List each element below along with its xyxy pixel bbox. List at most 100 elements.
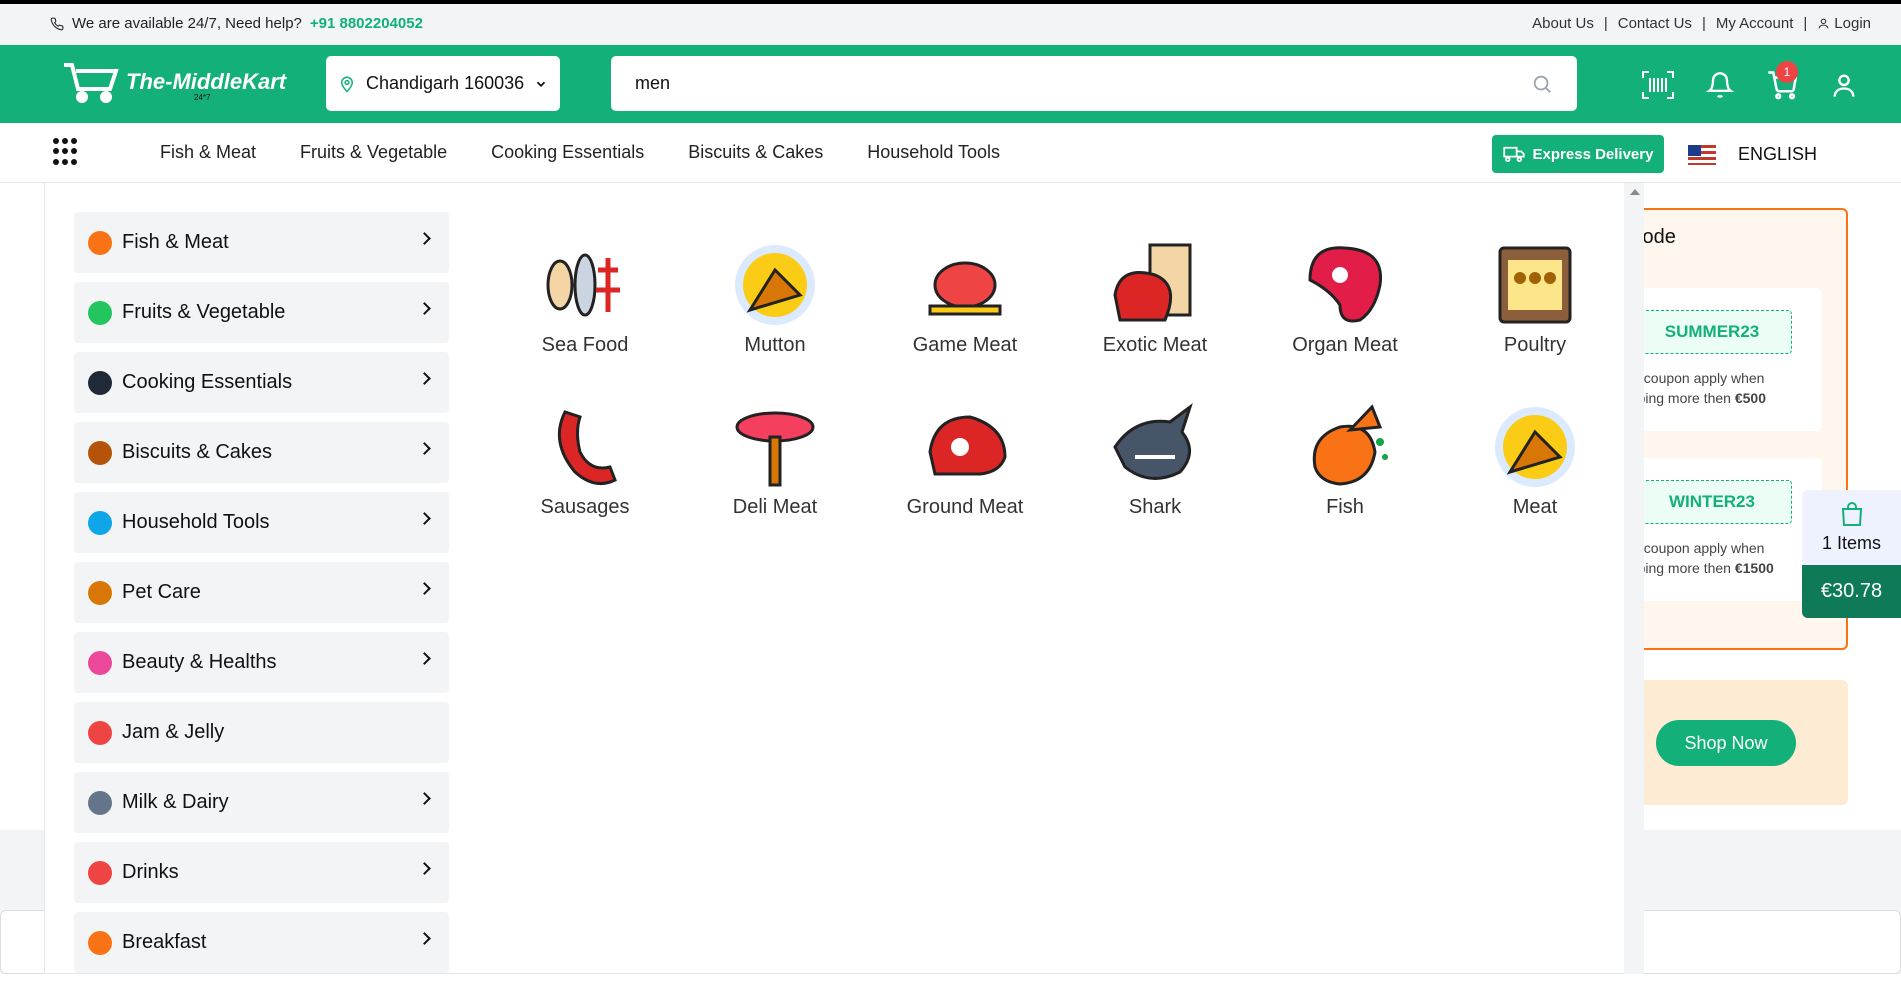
sidebar-category-item[interactable]: Breakfast — [74, 912, 449, 973]
nav-link-household-tools[interactable]: Household Tools — [867, 142, 1000, 163]
category-icon — [88, 860, 112, 885]
coupon-code[interactable]: WINTER23 — [1632, 480, 1792, 524]
contact-us-link[interactable]: Contact Us — [1618, 15, 1692, 32]
site-logo[interactable]: The-MiddleKart 24*7 — [62, 61, 286, 103]
location-selector[interactable]: Chandigarh 160036 — [326, 56, 560, 111]
sidebar-category-item[interactable]: Drinks — [74, 842, 449, 903]
cart-logo-icon — [64, 63, 119, 103]
seafood-icon — [546, 253, 620, 317]
sidebar-category-item[interactable]: Beauty & Healths — [74, 632, 449, 693]
subcategory-label: Sausages — [540, 496, 630, 518]
coupon-description: his coupon apply when opping more then €1… — [1622, 540, 1774, 576]
login-link[interactable]: Login — [1817, 15, 1871, 32]
chevron-right-icon — [418, 792, 431, 805]
map-pin-icon — [340, 76, 354, 93]
category-icon — [88, 580, 112, 605]
category-icon — [88, 720, 112, 745]
subcategory-item[interactable]: Sausages — [490, 402, 680, 519]
category-label: Breakfast — [122, 931, 207, 953]
subcategory-item[interactable]: Organ Meat — [1250, 240, 1440, 357]
subcategory-item[interactable]: Fish — [1250, 402, 1440, 519]
location-value: Chandigarh 160036 — [366, 73, 525, 93]
shop-now-button[interactable]: Shop Now — [1656, 720, 1796, 766]
subcategory-label: Ground Meat — [906, 496, 1024, 518]
subcategory-item[interactable]: Mutton — [680, 240, 870, 357]
nav-link-biscuits-cakes[interactable]: Biscuits & Cakes — [688, 142, 823, 163]
sidebar-category-item[interactable]: Household Tools — [74, 492, 449, 553]
subcategory-item[interactable]: Shark — [1060, 402, 1250, 519]
subcategory-label: Deli Meat — [732, 496, 818, 518]
express-delivery-button[interactable]: Express Delivery — [1492, 135, 1664, 173]
coupon-code[interactable]: SUMMER23 — [1632, 310, 1792, 354]
subcategory-item[interactable]: Poultry — [1440, 240, 1630, 357]
subcategory-label: Game Meat — [912, 334, 1018, 356]
about-us-link[interactable]: About Us — [1532, 15, 1594, 32]
scroll-up-arrow-icon[interactable] — [1630, 189, 1640, 195]
sidebar-category-item[interactable]: Biscuits & Cakes — [74, 422, 449, 483]
sidebar-category-item[interactable]: Milk & Dairy — [74, 772, 449, 833]
subcategory-item[interactable]: Meat — [1440, 402, 1630, 519]
cart-button[interactable]: 1 — [1764, 61, 1800, 103]
bell-icon — [1706, 72, 1734, 98]
chevron-down-icon — [537, 81, 546, 87]
mutton-icon — [735, 245, 815, 325]
sidebar-category-item[interactable]: Fish & Meat — [74, 212, 449, 273]
category-icon — [88, 650, 112, 675]
subcategory-label: Exotic Meat — [1102, 334, 1208, 356]
sidebar-category-item[interactable]: Fruits & Vegetable — [74, 282, 449, 343]
barcode-scanner-button[interactable] — [1640, 67, 1676, 103]
subcategory-item[interactable]: Exotic Meat — [1060, 240, 1250, 357]
main-header: The-MiddleKart 24*7 Chandigarh 160036 me… — [0, 45, 1901, 123]
help-phone[interactable]: +91 8802204052 — [310, 15, 423, 32]
floating-cart-widget[interactable]: 1 Items €30.78 — [1802, 490, 1901, 618]
language-selector[interactable]: ENGLISH — [1688, 144, 1817, 165]
cart-widget-items: 1 Items — [1821, 533, 1882, 553]
category-label: Jam & Jelly — [122, 721, 225, 743]
account-button[interactable] — [1826, 67, 1862, 103]
nav-link-fish-meat[interactable]: Fish & Meat — [160, 142, 256, 163]
search-icon[interactable] — [1531, 73, 1553, 95]
category-icon — [88, 510, 112, 535]
notifications-button[interactable] — [1702, 67, 1738, 103]
chevron-right-icon — [418, 512, 431, 525]
category-icon — [88, 370, 112, 395]
chevron-right-icon — [418, 862, 431, 875]
subcategory-item[interactable]: Sea Food — [490, 240, 680, 357]
login-label: Login — [1834, 15, 1871, 32]
logo-subtext: 24*7 — [194, 93, 211, 102]
subcategory-grid: Sea Food Mutton Game Meat Exotic Meat Organ … — [490, 240, 1630, 519]
subcategory-item[interactable]: Deli Meat — [680, 402, 870, 519]
nav-link-fruits-vegetable[interactable]: Fruits & Vegetable — [300, 142, 447, 163]
chevron-right-icon — [418, 582, 431, 595]
my-account-link[interactable]: My Account — [1716, 15, 1794, 32]
sidebar-category-item[interactable]: Jam & Jelly — [74, 702, 449, 763]
language-label: ENGLISH — [1738, 144, 1818, 164]
chevron-right-icon — [418, 652, 431, 665]
search-value: men — [635, 73, 671, 93]
category-icon — [88, 930, 112, 955]
search-input[interactable]: men — [611, 56, 1577, 111]
fish-icon — [1312, 404, 1388, 486]
coupon-card: SUMMER23 his coupon apply when opping mor… — [1622, 288, 1822, 431]
category-label: Pet Care — [122, 581, 201, 603]
subcategory-item[interactable]: Ground Meat — [870, 402, 1060, 519]
meat-icon — [1495, 407, 1575, 487]
category-label: Fish & Meat — [122, 231, 229, 253]
category-icon — [88, 790, 112, 815]
sidebar-category-item[interactable]: Cooking Essentials — [74, 352, 449, 413]
chevron-right-icon — [418, 232, 431, 245]
phone-icon — [50, 17, 64, 30]
subcategory-item[interactable]: Game Meat — [870, 240, 1060, 357]
category-label: Fruits & Vegetable — [122, 301, 286, 323]
poultry-icon — [1498, 246, 1572, 324]
subcategory-label: Organ Meat — [1292, 334, 1398, 356]
organ-meat-icon — [1308, 246, 1383, 323]
category-icon — [88, 300, 112, 325]
subcategory-label: Shark — [1128, 496, 1182, 518]
us-flag-icon — [1688, 144, 1716, 165]
sidebar-category-item[interactable]: Pet Care — [74, 562, 449, 623]
coupon-card: WINTER23 his coupon apply when opping mor… — [1622, 458, 1822, 601]
nav-link-cooking-essentials[interactable]: Cooking Essentials — [491, 142, 644, 163]
all-categories-grid-icon[interactable] — [53, 138, 81, 166]
category-label: Beauty & Healths — [122, 651, 277, 673]
